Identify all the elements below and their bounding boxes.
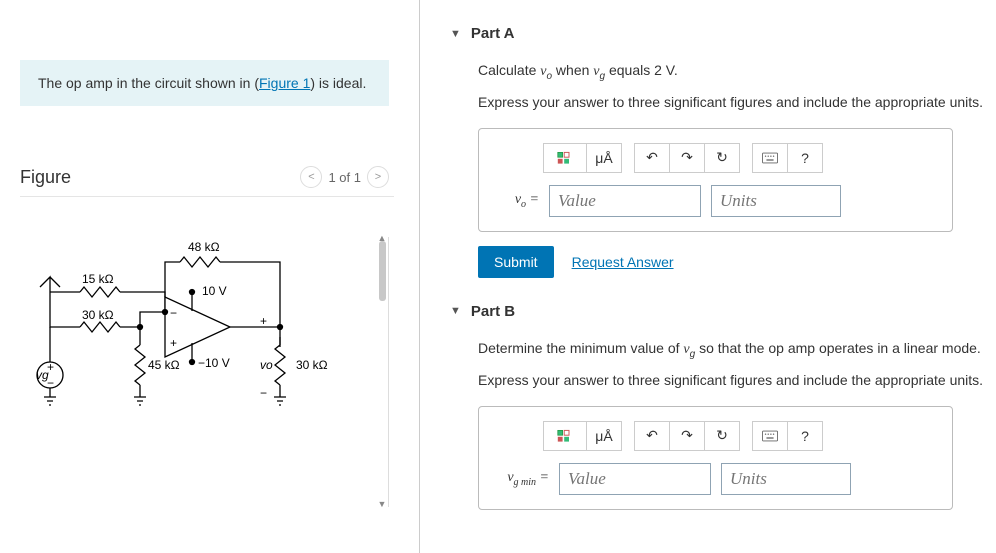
problem-statement: The op amp in the circuit shown in (Figu… [20, 60, 389, 106]
problem-text-after: ) is ideal. [310, 75, 366, 91]
reset-tool[interactable]: ↻ [704, 143, 740, 173]
figure-panel: ▲ ▼ [20, 237, 389, 507]
help-tool[interactable]: ? [787, 421, 823, 451]
part-a-answer-box: μÅ ↶ ↷ ↻ ? vo = [478, 128, 953, 232]
figure-link[interactable]: Figure 1 [259, 75, 310, 91]
undo-tool[interactable]: ↶ [634, 143, 670, 173]
figure-prev-button[interactable]: < [300, 166, 322, 188]
part-a-value-input[interactable] [549, 185, 701, 217]
reset-tool[interactable]: ↻ [704, 421, 740, 451]
svg-text:+: + [260, 314, 267, 328]
svg-text:vo: vo [260, 358, 273, 372]
part-a-prompt: Calculate vo when vg equals 2 V. [478, 62, 996, 82]
svg-text:+: + [170, 336, 177, 350]
redo-tool[interactable]: ↷ [669, 143, 705, 173]
svg-text:−: − [260, 386, 267, 400]
circuit-diagram: 48 kΩ 15 kΩ 30 kΩ 45 kΩ 30 kΩ 10 V −10 V… [20, 237, 360, 437]
caret-down-icon: ▼ [450, 305, 461, 317]
redo-tool[interactable]: ↷ [669, 421, 705, 451]
part-b-prompt: Determine the minimum value of vg so tha… [478, 340, 996, 360]
svg-text:−: − [170, 306, 177, 320]
part-b-title: Part B [471, 303, 515, 320]
part-b-units-input[interactable] [721, 463, 851, 495]
part-a-units-input[interactable] [711, 185, 841, 217]
templates-tool[interactable] [543, 143, 587, 173]
undo-tool[interactable]: ↶ [634, 421, 670, 451]
templates-tool[interactable] [543, 421, 587, 451]
svg-text:48 kΩ: 48 kΩ [188, 240, 220, 254]
part-b-value-input[interactable] [559, 463, 711, 495]
svg-text:15 kΩ: 15 kΩ [82, 272, 114, 286]
svg-text:−10 V: −10 V [198, 356, 230, 370]
svg-text:+: + [47, 360, 54, 374]
units-tool[interactable]: μÅ [586, 421, 622, 451]
svg-text:30 kΩ: 30 kΩ [82, 308, 114, 322]
figure-scrollbar[interactable] [379, 241, 386, 301]
part-a-var-label: vo = [493, 192, 539, 210]
part-a-instruction: Express your answer to three significant… [478, 94, 996, 110]
part-b-instruction: Express your answer to three significant… [478, 372, 996, 388]
part-a-request-answer-link[interactable]: Request Answer [572, 254, 674, 270]
part-a-title: Part A [471, 25, 515, 42]
help-tool[interactable]: ? [787, 143, 823, 173]
figure-next-button[interactable]: > [367, 166, 389, 188]
figure-title: Figure [20, 167, 71, 188]
svg-text:30 kΩ: 30 kΩ [296, 358, 328, 372]
svg-text:45 kΩ: 45 kΩ [148, 358, 180, 372]
units-tool[interactable]: μÅ [586, 143, 622, 173]
part-b-answer-box: μÅ ↶ ↷ ↻ ? vg min = [478, 406, 953, 510]
figure-pager-text: 1 of 1 [328, 170, 361, 185]
svg-text:−: − [47, 376, 54, 390]
part-b-var-label: vg min = [493, 470, 549, 488]
part-a-header[interactable]: ▼ Part A [450, 25, 996, 42]
scroll-down-icon[interactable]: ▼ [376, 499, 388, 511]
problem-text-before: The op amp in the circuit shown in ( [38, 75, 259, 91]
part-b-header[interactable]: ▼ Part B [450, 303, 996, 320]
svg-text:10 V: 10 V [202, 284, 227, 298]
part-a-submit-button[interactable]: Submit [478, 246, 554, 278]
keyboard-tool[interactable] [752, 421, 788, 451]
keyboard-tool[interactable] [752, 143, 788, 173]
caret-down-icon: ▼ [450, 28, 461, 40]
